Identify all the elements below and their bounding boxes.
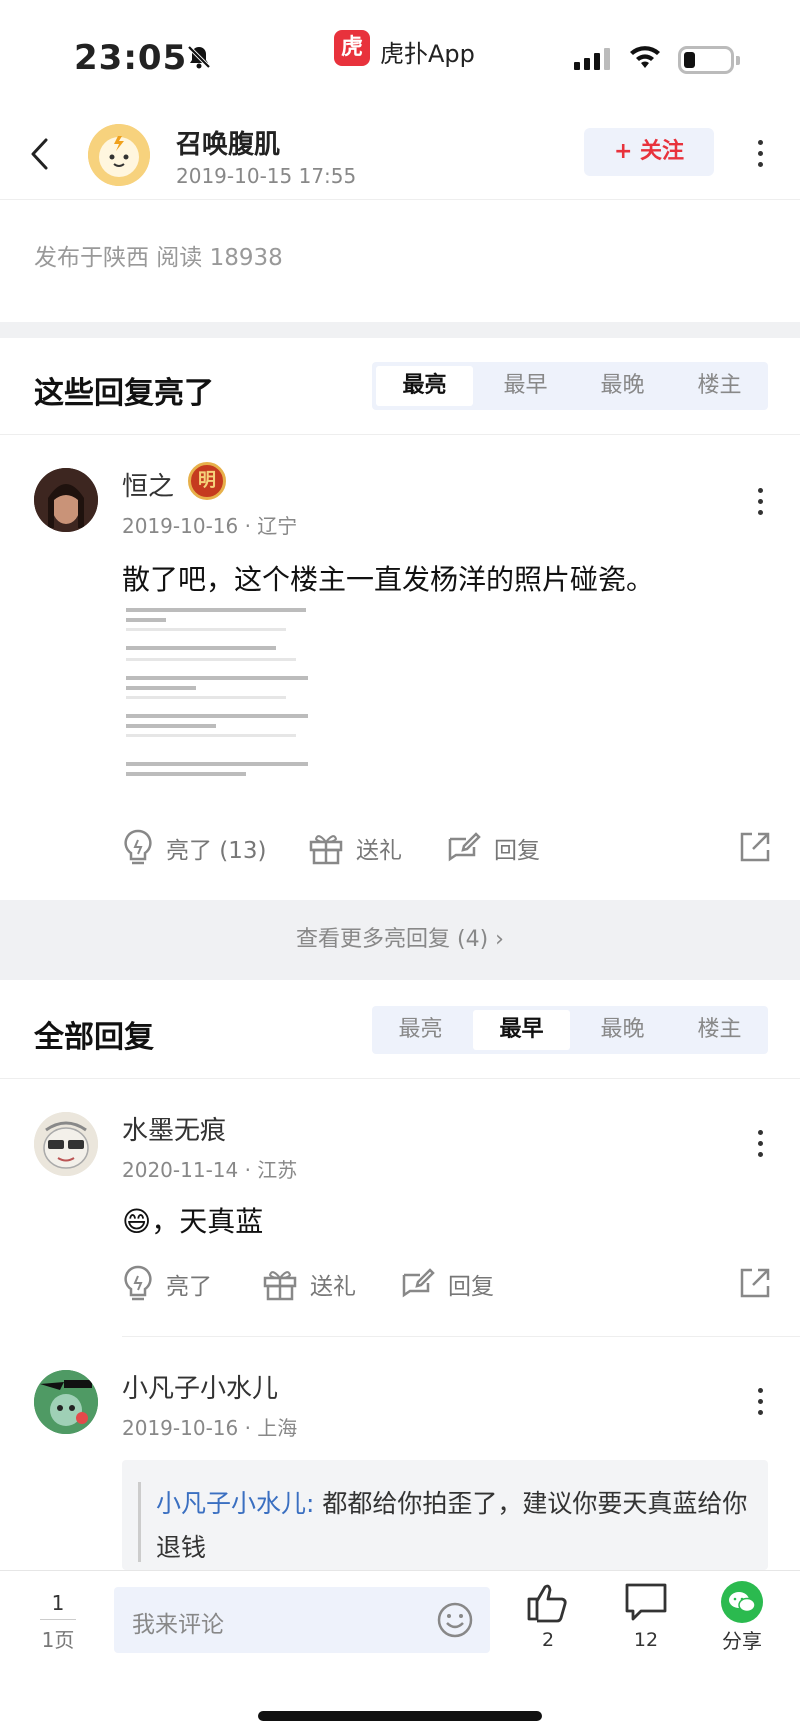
reply-meta: 2019-10-16 · 辽宁 <box>122 514 298 538</box>
share-label: 分享 <box>722 1629 762 1653</box>
reply-actions: 亮了 (13) 送礼 回复 <box>122 824 772 872</box>
bottom-action-bar: 1 1页 我来评论 2 12 分享 <box>0 1570 800 1734</box>
status-time: 23:05 <box>74 38 188 78</box>
reply-author-name[interactable]: 小凡子小水儿 <box>122 1368 278 1405</box>
comment-count: 12 <box>633 1629 659 1651</box>
reply-author-name[interactable]: 水墨无痕 <box>122 1110 226 1147</box>
gift-icon <box>309 835 343 865</box>
tab-brightest[interactable]: 最亮 <box>372 1006 469 1054</box>
page-current: 1 <box>51 1591 65 1615</box>
reply-label: 回复 <box>494 838 540 864</box>
reply-more-icon[interactable] <box>758 1130 764 1160</box>
divider <box>0 1078 800 1079</box>
reply-more-icon[interactable] <box>758 1388 764 1418</box>
author-name[interactable]: 召唤腹肌 <box>176 124 280 161</box>
light-up-button[interactable]: 亮了 (13) <box>122 824 267 872</box>
all-replies-title: 全部回复 <box>34 1020 154 1055</box>
more-options-icon[interactable] <box>758 140 764 170</box>
post-datetime: 2019-10-15 17:55 <box>176 164 357 188</box>
page-total: 1页 <box>41 1628 75 1652</box>
avatar[interactable] <box>34 468 98 532</box>
quoted-reply[interactable]: 小凡子小水儿: 都都给你拍歪了，建议你要天真蓝给你退钱 <box>122 1460 768 1570</box>
comment-bubble-icon <box>625 1583 667 1621</box>
gift-icon <box>263 1271 297 1301</box>
home-indicator[interactable] <box>258 1711 542 1721</box>
reply-button[interactable]: 回复 <box>400 1260 494 1308</box>
reply-attached-image[interactable] <box>126 606 312 802</box>
light-count-label: 亮了 (13) <box>166 838 267 864</box>
share-external-icon[interactable] <box>738 1266 772 1304</box>
thumbs-up-icon <box>527 1584 567 1623</box>
lightbulb-icon <box>124 1265 152 1301</box>
reply-meta: 2019-10-16 · 上海 <box>122 1416 298 1440</box>
divider <box>122 1336 800 1337</box>
highlight-section-title: 这些回复亮了 <box>34 376 214 411</box>
lightbulb-icon <box>124 829 152 865</box>
author-avatar[interactable] <box>88 124 150 186</box>
page-indicator[interactable]: 1 1页 <box>40 1591 76 1653</box>
reply-body: 散了吧，这个楼主一直发杨洋的照片碰瓷。 <box>122 563 655 596</box>
section-separator <box>0 322 800 338</box>
tab-earliest[interactable]: 最早 <box>473 1010 570 1050</box>
tab-brightest[interactable]: 最亮 <box>376 366 473 406</box>
reply-more-icon[interactable] <box>758 488 764 518</box>
reply-actions: 亮了 送礼 回复 <box>122 1260 772 1308</box>
cellular-signal-icon <box>574 48 614 74</box>
comment-input[interactable]: 我来评论 <box>114 1587 490 1653</box>
quote-bar <box>138 1482 141 1562</box>
user-level-badge-icon: 明 <box>188 462 226 500</box>
emoji-icon[interactable] <box>436 1601 474 1643</box>
gift-button[interactable]: 送礼 <box>308 824 402 872</box>
reply-label: 回复 <box>448 1274 494 1300</box>
share-external-icon[interactable] <box>738 830 772 868</box>
share-wechat-button[interactable]: 分享 <box>712 1581 772 1654</box>
tab-op-only[interactable]: 楼主 <box>671 1006 768 1054</box>
reply-meta: 2020-11-14 · 江苏 <box>122 1158 298 1182</box>
gift-label: 送礼 <box>310 1274 356 1300</box>
follow-button[interactable]: + 关注 <box>584 128 714 176</box>
wechat-icon <box>721 1581 763 1623</box>
post-meta: 发布于陕西 阅读 18938 <box>34 245 283 271</box>
quoted-user-name[interactable]: 小凡子小水儿: <box>156 1489 314 1518</box>
back-arrow-icon[interactable] <box>28 136 52 176</box>
bell-muted-icon <box>186 44 212 74</box>
like-button[interactable]: 2 <box>518 1581 578 1651</box>
tab-latest[interactable]: 最晚 <box>574 1006 671 1054</box>
hupu-app-badge[interactable]: 虎 <box>334 30 370 66</box>
more-highlights-link[interactable]: 查看更多亮回复 (4) › <box>0 900 800 980</box>
reply-body: 😄，天真蓝 <box>122 1205 264 1238</box>
gift-label: 送礼 <box>356 838 402 864</box>
reply-author-name[interactable]: 恒之 <box>122 466 174 503</box>
reply-button[interactable]: 回复 <box>446 824 540 872</box>
all-replies-sort-tabs: 最亮 最早 最晚 楼主 <box>372 1006 768 1054</box>
light-up-button[interactable]: 亮了 <box>122 1260 212 1308</box>
comment-placeholder: 我来评论 <box>132 1612 224 1638</box>
back-to-app-label[interactable]: 虎扑App <box>380 34 475 69</box>
tab-latest[interactable]: 最晚 <box>574 362 671 410</box>
tab-earliest[interactable]: 最早 <box>477 362 574 410</box>
light-label: 亮了 <box>166 1274 212 1300</box>
comments-button[interactable]: 12 <box>616 1581 676 1651</box>
gift-button[interactable]: 送礼 <box>262 1260 356 1308</box>
edit-reply-icon <box>448 832 481 862</box>
thread-header: 召唤腹肌 2019-10-15 17:55 + 关注 <box>0 110 800 200</box>
divider <box>0 434 800 435</box>
status-bar: 23:05 虎 虎扑App <box>0 0 800 110</box>
quote-text: 小凡子小水儿: 都都给你拍歪了，建议你要天真蓝给你退钱 <box>156 1482 752 1570</box>
tab-op-only[interactable]: 楼主 <box>671 362 768 410</box>
edit-reply-icon <box>402 1268 435 1298</box>
wifi-icon <box>628 44 662 74</box>
avatar[interactable] <box>34 1370 98 1434</box>
battery-icon <box>678 46 740 74</box>
like-count: 2 <box>541 1629 555 1651</box>
avatar[interactable] <box>34 1112 98 1176</box>
highlight-sort-tabs: 最亮 最早 最晚 楼主 <box>372 362 768 410</box>
